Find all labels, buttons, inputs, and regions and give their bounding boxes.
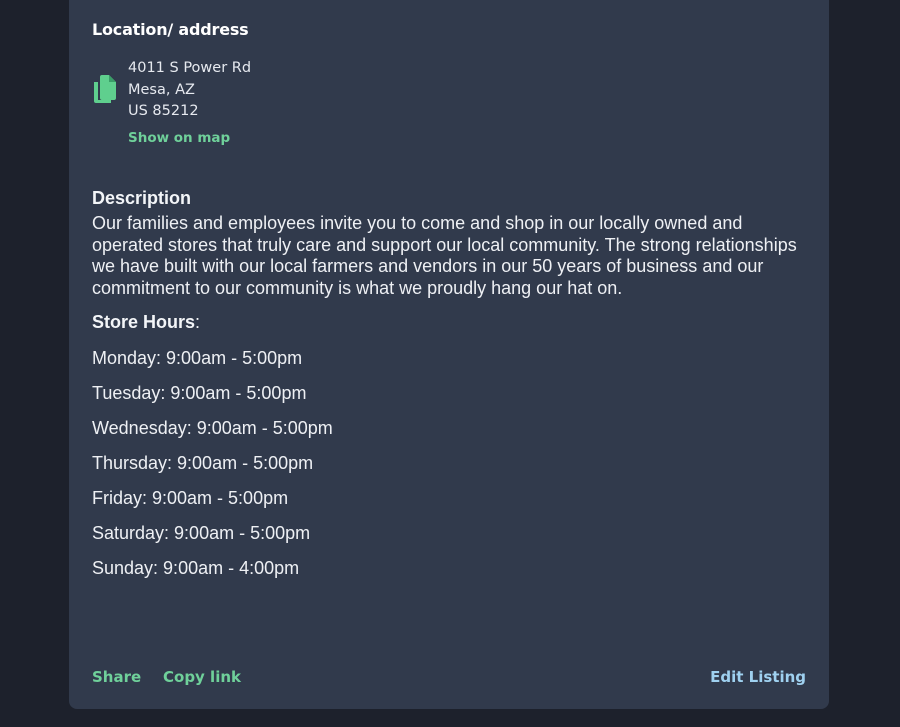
hours-tuesday: Tuesday: 9:00am - 5:00pm	[92, 383, 307, 403]
share-button[interactable]: Share	[92, 668, 141, 686]
address-line-street: 4011 S Power Rd	[128, 60, 252, 76]
hours-thursday: Thursday: 9:00am - 5:00pm	[92, 453, 314, 473]
copy-link-button[interactable]: Copy link	[163, 668, 241, 686]
store-hours-list: Monday: 9:00am - 5:00pm Tuesday: 9:00am …	[92, 347, 333, 592]
hours-monday: Monday: 9:00am - 5:00pm	[92, 348, 303, 368]
location-heading: Location/ address	[92, 20, 249, 39]
show-on-map-link[interactable]: Show on map	[128, 130, 230, 146]
hours-sunday: Sunday: 9:00am - 4:00pm	[92, 558, 300, 578]
description-text: Our families and employees invite you to…	[92, 213, 797, 298]
description-heading: Description	[92, 188, 192, 208]
hours-wednesday: Wednesday: 9:00am - 5:00pm	[92, 418, 333, 438]
store-hours-colon: :	[195, 312, 201, 332]
edit-listing-button[interactable]: Edit Listing	[710, 668, 806, 686]
store-hours-heading: Store Hours:	[92, 312, 200, 333]
copy-document-icon[interactable]	[92, 74, 118, 104]
store-hours-title: Store Hours	[92, 312, 196, 332]
listing-card: Location/ address 4011 S Power Rd Mesa, …	[69, 0, 829, 709]
hours-saturday: Saturday: 9:00am - 5:00pm	[92, 523, 311, 543]
hours-friday: Friday: 9:00am - 5:00pm	[92, 488, 289, 508]
address-line-city: Mesa, AZ	[128, 81, 195, 98]
address-line-country-zip: US 85212	[128, 103, 199, 119]
address-block: 4011 S Power Rd Mesa, AZ US 85212	[128, 58, 251, 123]
